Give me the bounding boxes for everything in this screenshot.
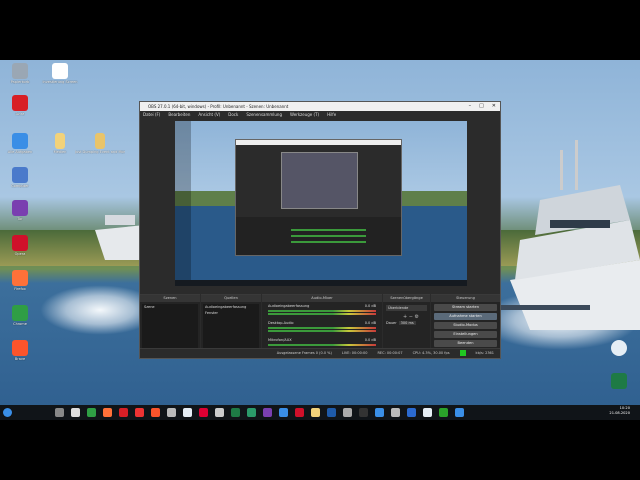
desktop-icon[interactable]: Brave [0,340,45,361]
start-button-icon[interactable] [3,408,12,417]
taskbar-app-icon[interactable] [151,408,160,417]
status-indicator [459,350,466,356]
taskbar-app-icon[interactable] [391,408,400,417]
folder-icon [95,133,105,149]
desktop-icon[interactable]: Chrome [0,305,45,326]
clock[interactable]: 10:20 21.08.2020 [609,406,630,416]
taskbar: 10:20 21.08.2020 [0,405,640,420]
desktop-icon[interactable] [594,373,640,389]
window-title: OBS 27.0.1 (64-bit, windows) - Profil: U… [148,104,289,109]
transition-controls[interactable]: + − ⚙ [383,314,430,320]
duration-input[interactable]: 300 ms [398,321,416,325]
volume-meter [268,310,376,312]
taskbar-app-icon[interactable] [311,408,320,417]
opera-icon [12,235,28,251]
folder-icon [12,133,28,149]
yacht-image [500,140,640,330]
taskbar-app-icon[interactable] [375,408,384,417]
taskbar-app-icon[interactable] [215,408,224,417]
taskbar-app-icon[interactable] [231,408,240,417]
desktop-screen: Papierkorb Avira Alle Aufgaben Computer Tor O… [0,60,640,420]
taskbar-app-icon[interactable] [359,408,368,417]
taskbar-app-icon[interactable] [343,408,352,417]
taskbar-app-icon[interactable] [263,408,272,417]
obs-title-bar[interactable]: OBS 27.0.1 (64-bit, windows) - Profil: U… [140,102,500,111]
desktop-icon[interactable]: Computer [0,167,45,188]
desktop-icon[interactable] [594,340,640,356]
taskbar-app-icon[interactable] [135,408,144,417]
small-boat-image [95,215,145,260]
settings-button[interactable]: Einstellungen [434,331,497,338]
recycle-bin-icon [12,63,28,79]
source-item[interactable]: Fenster [203,310,259,316]
brave-icon [12,340,28,356]
taskbar-app-icon[interactable] [167,408,176,417]
menu-bar: Datei (F) Bearbeiten Ansicht (V) Dock Szenen… [140,111,500,119]
avira-icon [12,95,28,111]
tor-icon [12,200,28,216]
taskbar-app-icon[interactable] [103,408,112,417]
studio-mode-button[interactable]: Studio-Modus [434,322,497,329]
taskbar-app-icon[interactable] [55,408,64,417]
menu-item[interactable]: Dock [228,111,238,119]
maximize-icon[interactable]: □ [479,102,484,111]
preview-canvas[interactable] [175,121,467,286]
taskbar-app-icon[interactable] [455,408,464,417]
taskbar-app-icon[interactable] [71,408,80,417]
desktop-icon[interactable]: Investierung Screen [35,63,85,84]
menu-item[interactable]: Bearbeiten [168,111,190,119]
desktop-icon[interactable]: Avira [0,95,45,116]
desktop-icon[interactable]: Opera [0,235,45,256]
taskbar-app-icon[interactable] [199,408,208,417]
volume-meter [268,344,376,346]
app-icon [611,340,627,356]
taskbar-app-icon[interactable] [87,408,96,417]
menu-item[interactable]: Datei (F) [143,111,160,119]
volume-meter [268,327,376,329]
preview-desktop-icons [175,121,191,286]
volume-slider[interactable] [268,330,376,332]
transition-select[interactable]: Überblende [386,305,427,311]
desktop-icon[interactable]: Tor [0,200,45,221]
volume-slider[interactable] [268,313,376,315]
taskbar-app-icon[interactable] [247,408,256,417]
taskbar-app-icon[interactable] [279,408,288,417]
document-icon [52,63,68,79]
desktop-icon[interactable]: Just Dumping Event and More [75,133,125,154]
firefox-icon [12,270,28,286]
taskbar-app-icon[interactable] [295,408,304,417]
minimize-icon[interactable]: – [469,102,472,111]
taskbar-app-icon[interactable] [407,408,416,417]
excel-icon [611,373,627,389]
close-icon[interactable]: ✕ [492,102,496,111]
chrome-icon [12,305,28,321]
scene-item[interactable]: Szene [142,304,198,310]
taskbar-app-icon[interactable] [327,408,336,417]
taskbar-app-icon[interactable] [119,408,128,417]
start-stream-button[interactable]: Stream starten [434,304,497,311]
obs-window[interactable]: OBS 27.0.1 (64-bit, windows) - Profil: U… [139,101,501,359]
nested-obs-window [235,139,402,256]
nested-taskbar [175,280,467,286]
computer-icon [12,167,28,183]
menu-item[interactable]: Szenensammlung [246,111,282,119]
menu-item[interactable]: Ansicht (V) [198,111,220,119]
exit-button[interactable]: Beenden [434,340,497,347]
menu-item[interactable]: Werkzeuge (T) [290,111,319,119]
taskbar-app-icon[interactable] [183,408,192,417]
taskbar-app-icon[interactable] [423,408,432,417]
file-icon [55,133,65,149]
taskbar-app-icon[interactable] [439,408,448,417]
status-bar: Ausgelassene Frames 0 (0.0 %) LIVE: 00:0… [140,348,500,358]
start-recording-button[interactable]: Aufnahme starten [434,313,497,320]
desktop-icon[interactable]: Firefox [0,270,45,291]
menu-item[interactable]: Hilfe [327,111,336,119]
